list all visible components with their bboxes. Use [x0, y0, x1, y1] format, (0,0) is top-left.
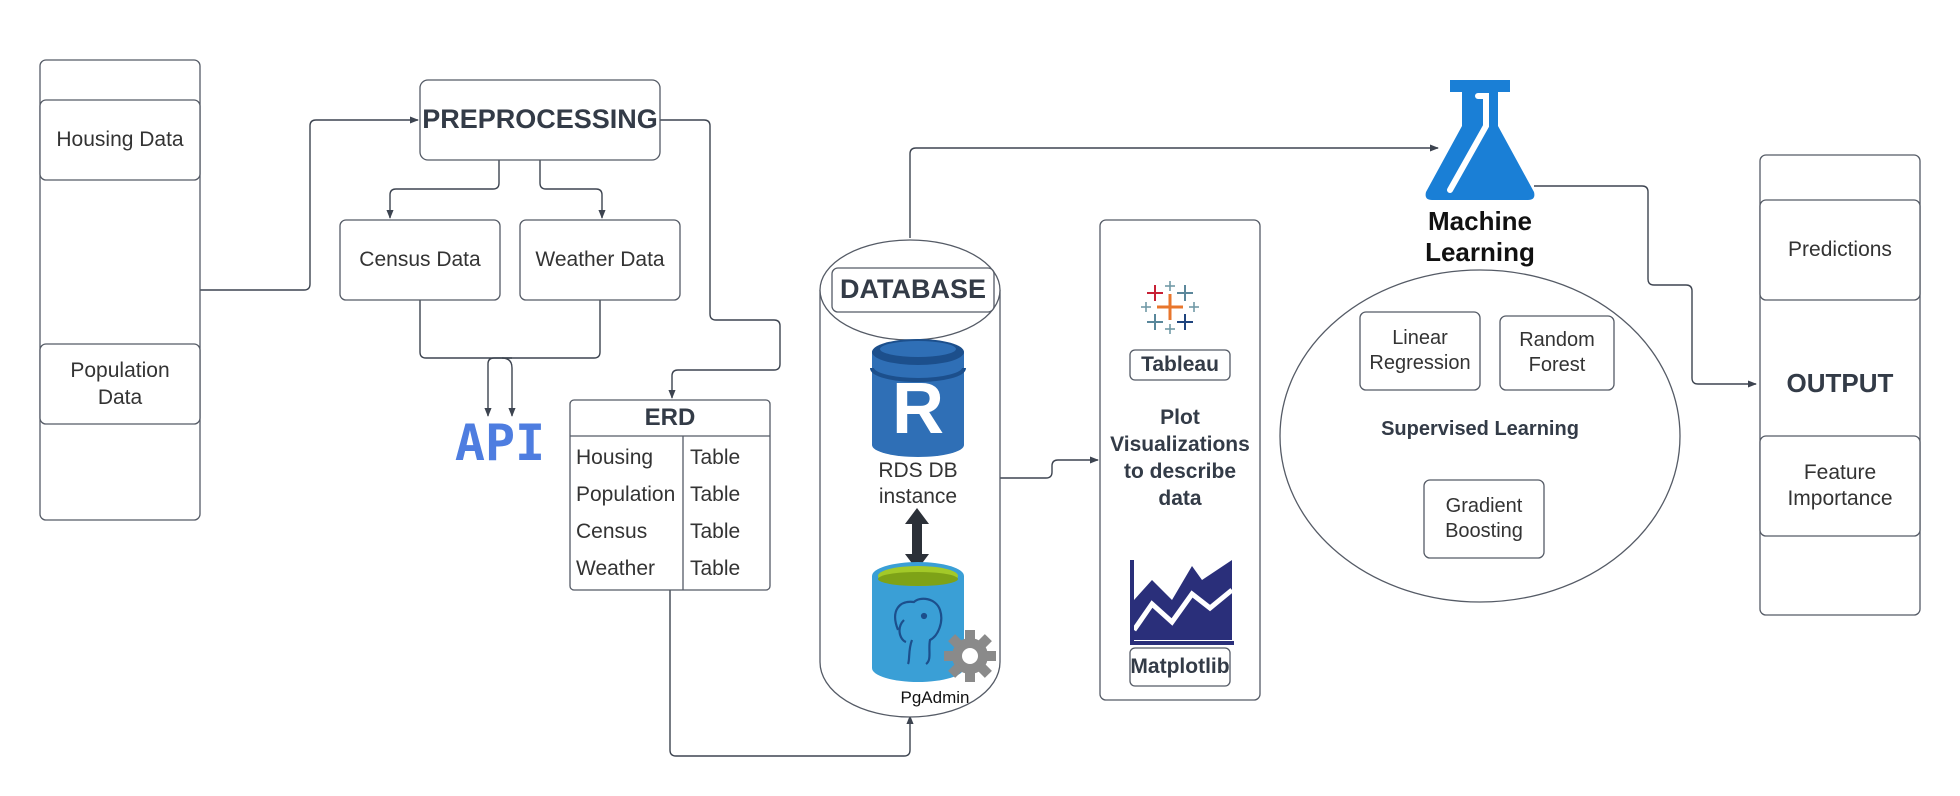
connector-api-right: [501, 357, 516, 417]
tableau-label: Tableau: [1141, 353, 1219, 377]
feature-importance-label: Feature Importance: [1787, 460, 1893, 510]
erd-entity-name: Population: [576, 483, 676, 506]
api-label: API: [454, 413, 546, 472]
gear-icon: [944, 630, 996, 682]
erd-rows: Housing Table Population Table Census Ta…: [570, 440, 770, 588]
housing-data-label: Housing Data: [56, 128, 184, 152]
erd-title: ERD: [644, 404, 696, 432]
flask-icon: [1425, 80, 1535, 200]
preprocessing-title: PREPROCESSING: [422, 104, 658, 135]
connector-api-left: [484, 357, 512, 417]
erd-entity-name: Census: [576, 520, 648, 543]
connector-pre-to-census: [386, 160, 500, 219]
table-row: Weather Table: [570, 551, 770, 588]
plot-visualizations-label: Plot Visualizations to describe data: [1110, 406, 1250, 510]
weather-data-label: Weather Data: [535, 248, 665, 272]
population-data-label: Population Data: [70, 358, 170, 409]
erd-entity-type: Table: [690, 520, 741, 543]
erd-entity-type: Table: [690, 557, 741, 580]
rds-db-instance-label: RDS DB instance: [878, 458, 958, 508]
erd-entity-type: Table: [690, 483, 741, 506]
connector-database-to-visualization: [1000, 456, 1099, 479]
table-row: Housing Table: [570, 440, 770, 477]
machine-learning-title: Machine Learning: [1425, 205, 1535, 267]
linear-regression-label: Linear Regression: [1369, 327, 1471, 374]
supervised-learning-label: Supervised Learning: [1381, 418, 1579, 440]
predictions-label: Predictions: [1788, 238, 1892, 262]
pgadmin-label: PgAdmin: [900, 687, 970, 707]
erd-entity-name: Housing: [576, 446, 654, 469]
database-title: DATABASE: [840, 274, 986, 305]
pgadmin-icon: [872, 562, 964, 682]
rds-letter: R: [892, 369, 944, 450]
connector-census-weather-to-api: [419, 300, 601, 359]
diagram-canvas: [39, 59, 1921, 757]
table-row: Population Table: [570, 477, 770, 514]
census-data-label: Census Data: [359, 248, 481, 272]
gradient-boosting-label: Gradient Boosting: [1445, 495, 1523, 542]
output-title: OUTPUT: [1786, 368, 1894, 399]
random-forest-label: Random Forest: [1519, 329, 1595, 376]
matplotlib-label: Matplotlib: [1130, 655, 1230, 679]
erd-entity-type: Table: [690, 446, 741, 469]
connector-pre-to-weather: [539, 160, 606, 219]
erd-entity-name: Weather: [576, 557, 655, 580]
table-row: Census Table: [570, 514, 770, 551]
